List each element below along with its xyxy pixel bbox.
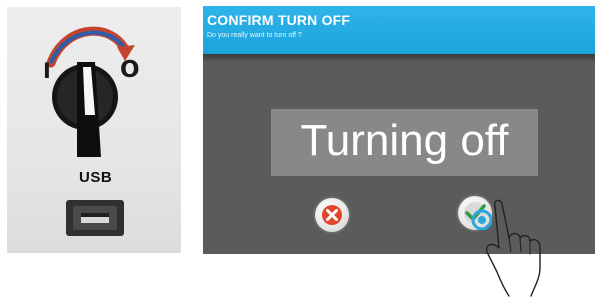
cross-icon bbox=[322, 205, 342, 225]
status-message-box: Turning off bbox=[271, 109, 538, 176]
switch-on-label: I bbox=[43, 59, 51, 83]
switch-off-label: O bbox=[120, 57, 140, 83]
pointing-hand-icon bbox=[485, 199, 541, 297]
dialog-subtitle: Do you really want to turn off ? bbox=[207, 32, 302, 39]
switch-photo: I O USB bbox=[7, 7, 181, 253]
status-message: Turning off bbox=[300, 116, 509, 165]
header-divider bbox=[203, 54, 595, 62]
dialog-title: CONFIRM TURN OFF bbox=[207, 12, 351, 28]
rotary-switch-illustration bbox=[46, 26, 135, 236]
usb-label: USB bbox=[79, 169, 113, 186]
dialog-header: CONFIRM TURN OFF Do you really want to t… bbox=[203, 6, 595, 54]
cancel-button[interactable] bbox=[315, 198, 349, 232]
